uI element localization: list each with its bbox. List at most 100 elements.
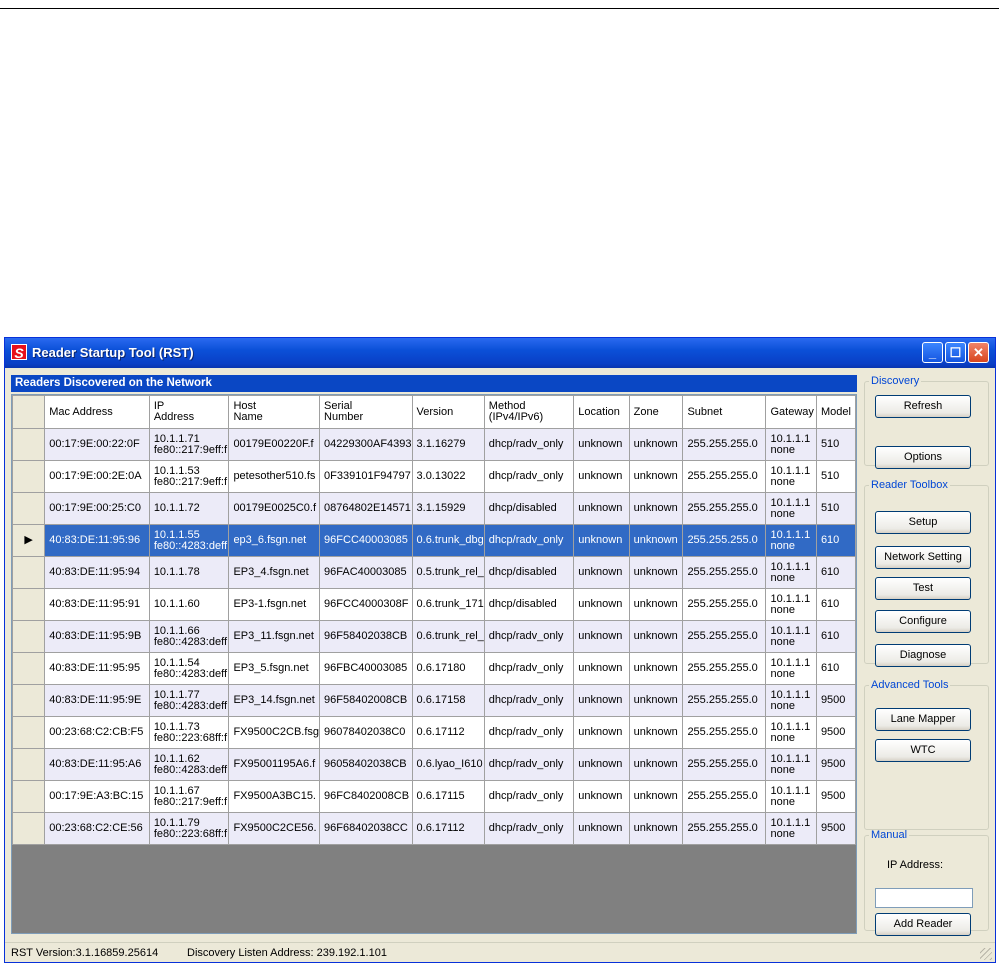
column-header[interactable]: Serial Number xyxy=(319,395,413,429)
cell-gateway[interactable]: 10.1.1.1 none xyxy=(765,812,817,845)
row-header[interactable] xyxy=(12,652,46,685)
cell-ip[interactable]: 10.1.1.71 fe80::217:9eff:f xyxy=(148,428,230,461)
cell-subnet[interactable]: 255.255.255.0 xyxy=(682,428,767,461)
cell-version[interactable]: 3.0.13022 xyxy=(411,460,485,493)
cell-zone[interactable]: unknown xyxy=(628,652,684,685)
cell-model[interactable]: 9500 xyxy=(815,748,856,781)
cell-version[interactable]: 0.6.trunk_rel_ xyxy=(411,620,485,653)
resize-grip-icon[interactable] xyxy=(980,948,992,960)
cell-model[interactable]: 510 xyxy=(815,492,856,525)
cell-zone[interactable]: unknown xyxy=(628,620,684,653)
table-row[interactable]: 40:83:DE:11:95:A6 10.1.1.62 fe80::4283:def… xyxy=(12,748,856,781)
cell-serial[interactable]: 96058402038CB xyxy=(319,748,413,781)
cell-zone[interactable]: unknown xyxy=(628,492,684,525)
cell-method[interactable]: dhcp/disabled xyxy=(483,556,575,589)
cell-host[interactable]: EP3_11.fsgn.net xyxy=(228,620,321,653)
row-header[interactable] xyxy=(12,716,46,749)
wtc-button[interactable]: WTC xyxy=(875,739,971,762)
cell-host[interactable]: EP3_14.fsgn.net xyxy=(228,684,321,717)
cell-gateway[interactable]: 10.1.1.1 none xyxy=(765,780,817,813)
cell-mac[interactable]: 00:17:9E:00:2E:0A xyxy=(44,460,150,493)
cell-mac[interactable]: 00:17:9E:00:22:0F xyxy=(44,428,150,461)
cell-subnet[interactable]: 255.255.255.0 xyxy=(682,748,767,781)
cell-serial[interactable]: 96FC8402008CB xyxy=(319,780,413,813)
column-header[interactable]: Subnet xyxy=(682,395,767,429)
cell-gateway[interactable]: 10.1.1.1 none xyxy=(765,748,817,781)
table-row[interactable]: 40:83:DE:11:95:94 10.1.1.78 EP3_4.fsgn.net… xyxy=(12,556,856,589)
setup-button[interactable]: Setup xyxy=(875,511,971,534)
row-header[interactable] xyxy=(12,428,46,461)
table-row[interactable]: 40:83:DE:11:95:91 10.1.1.60 EP3-1.fsgn.net… xyxy=(12,588,856,621)
title-bar[interactable]: S Reader Startup Tool (RST) _ ☐ ✕ xyxy=(5,338,995,368)
cell-gateway[interactable]: 10.1.1.1 none xyxy=(765,588,817,621)
cell-zone[interactable]: unknown xyxy=(628,588,684,621)
cell-version[interactable]: 0.6.trunk_dbg xyxy=(411,524,485,557)
row-header[interactable] xyxy=(12,460,46,493)
cell-method[interactable]: dhcp/disabled xyxy=(483,492,575,525)
cell-ip[interactable]: 10.1.1.67 fe80::217:9eff:f xyxy=(148,780,230,813)
cell-ip[interactable]: 10.1.1.77 fe80::4283:deff xyxy=(148,684,230,717)
cell-mac[interactable]: 00:23:68:C2:CE:56 xyxy=(44,812,150,845)
cell-method[interactable]: dhcp/radv_only xyxy=(483,524,575,557)
cell-host[interactable]: FX9500C2CE56. xyxy=(228,812,321,845)
cell-method[interactable]: dhcp/radv_only xyxy=(483,620,575,653)
cell-method[interactable]: dhcp/radv_only xyxy=(483,716,575,749)
column-header[interactable]: Host Name xyxy=(228,395,321,429)
cell-host[interactable]: petesother510.fs xyxy=(228,460,321,493)
cell-mac[interactable]: 40:83:DE:11:95:91 xyxy=(44,588,150,621)
cell-subnet[interactable]: 255.255.255.0 xyxy=(682,716,767,749)
cell-subnet[interactable]: 255.255.255.0 xyxy=(682,780,767,813)
cell-subnet[interactable]: 255.255.255.0 xyxy=(682,460,767,493)
cell-model[interactable]: 9500 xyxy=(815,716,856,749)
cell-zone[interactable]: unknown xyxy=(628,460,684,493)
cell-serial[interactable]: 96F58402008CB xyxy=(319,684,413,717)
cell-serial[interactable]: 08764802E14571 xyxy=(319,492,413,525)
cell-version[interactable]: 0.6.trunk_171 xyxy=(411,588,485,621)
cell-location[interactable]: unknown xyxy=(573,492,630,525)
cell-location[interactable]: unknown xyxy=(573,524,630,557)
cell-subnet[interactable]: 255.255.255.0 xyxy=(682,652,767,685)
cell-model[interactable]: 610 xyxy=(815,620,856,653)
cell-mac[interactable]: 40:83:DE:11:95:94 xyxy=(44,556,150,589)
row-header[interactable] xyxy=(12,492,46,525)
table-row[interactable]: 40:83:DE:11:95:95 10.1.1.54 fe80::4283:def… xyxy=(12,652,856,685)
cell-subnet[interactable]: 255.255.255.0 xyxy=(682,556,767,589)
cell-version[interactable]: 0.6.17180 xyxy=(411,652,485,685)
cell-ip[interactable]: 10.1.1.79 fe80::223:68ff:f xyxy=(148,812,230,845)
cell-gateway[interactable]: 10.1.1.1 none xyxy=(765,716,817,749)
cell-gateway[interactable]: 10.1.1.1 none xyxy=(765,460,817,493)
cell-version[interactable]: 3.1.15929 xyxy=(411,492,485,525)
cell-host[interactable]: FX95001195A6.f xyxy=(228,748,321,781)
cell-version[interactable]: 0.6.17112 xyxy=(411,812,485,845)
cell-version[interactable]: 0.6.17158 xyxy=(411,684,485,717)
table-row[interactable]: 00:17:9E:00:25:C0 10.1.1.72 00179E0025C0.f… xyxy=(12,492,856,525)
column-header[interactable]: Method (IPv4/IPv6) xyxy=(483,395,575,429)
cell-location[interactable]: unknown xyxy=(573,556,630,589)
cell-gateway[interactable]: 10.1.1.1 none xyxy=(765,620,817,653)
cell-gateway[interactable]: 10.1.1.1 none xyxy=(765,652,817,685)
cell-host[interactable]: EP3-1.fsgn.net xyxy=(228,588,321,621)
cell-location[interactable]: unknown xyxy=(573,652,630,685)
cell-version[interactable]: 0.5.trunk_rel_ xyxy=(411,556,485,589)
ip-address-input[interactable] xyxy=(875,888,973,908)
cell-ip[interactable]: 10.1.1.78 xyxy=(148,556,230,589)
cell-version[interactable]: 0.6.lyao_I610 xyxy=(411,748,485,781)
column-header[interactable]: Gateway xyxy=(765,395,817,429)
cell-method[interactable]: dhcp/radv_only xyxy=(483,460,575,493)
cell-zone[interactable]: unknown xyxy=(628,684,684,717)
configure-button[interactable]: Configure xyxy=(875,610,971,633)
column-header[interactable]: Model xyxy=(815,395,856,429)
cell-subnet[interactable]: 255.255.255.0 xyxy=(682,588,767,621)
table-row[interactable]: ▶ 40:83:DE:11:95:96 10.1.1.55 fe80::4283:de… xyxy=(12,524,856,557)
row-header[interactable] xyxy=(12,588,46,621)
cell-subnet[interactable]: 255.255.255.0 xyxy=(682,492,767,525)
cell-mac[interactable]: 40:83:DE:11:95:95 xyxy=(44,652,150,685)
cell-method[interactable]: dhcp/radv_only xyxy=(483,428,575,461)
cell-serial[interactable]: 96FCC40003085 xyxy=(319,524,413,557)
cell-host[interactable]: FX9500C2CB.fsg xyxy=(228,716,321,749)
table-row[interactable]: 00:23:68:C2:CE:56 10.1.1.79 fe80::223:68ff… xyxy=(12,812,856,845)
cell-model[interactable]: 510 xyxy=(815,460,856,493)
cell-location[interactable]: unknown xyxy=(573,812,630,845)
cell-mac[interactable]: 00:17:9E:00:25:C0 xyxy=(44,492,150,525)
cell-model[interactable]: 610 xyxy=(815,524,856,557)
